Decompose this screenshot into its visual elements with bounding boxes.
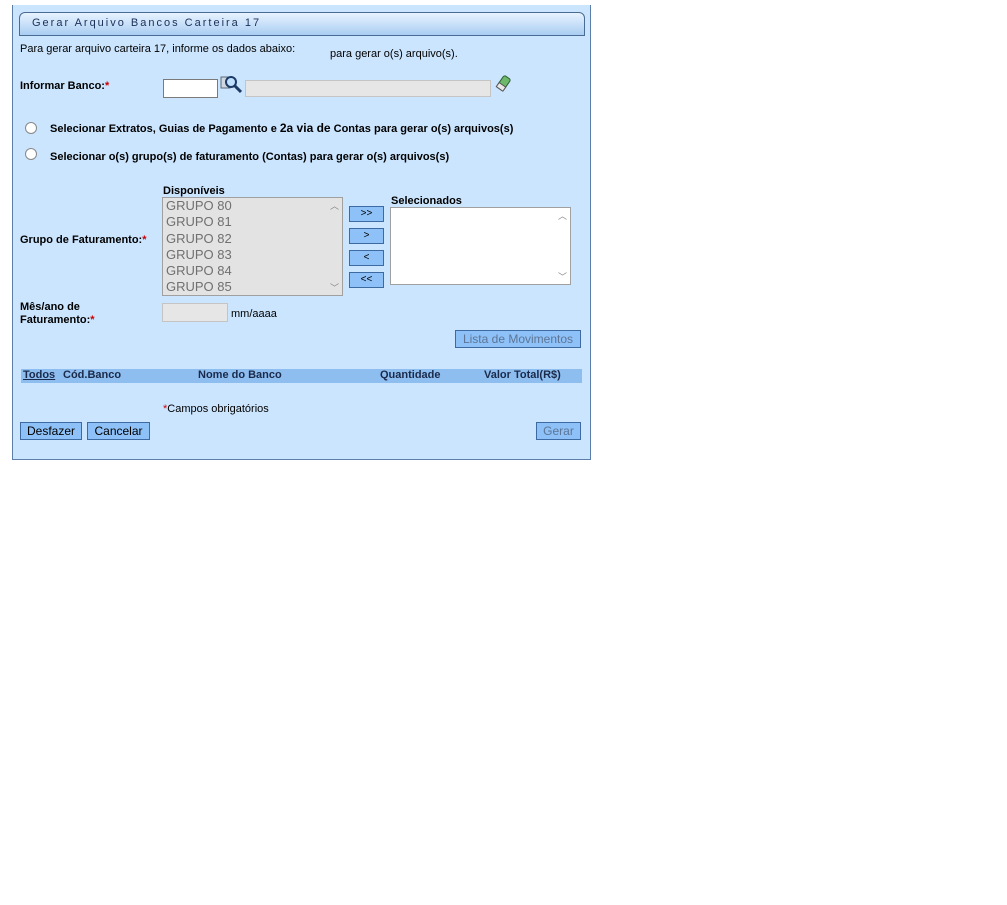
selected-title: Selecionados: [391, 195, 462, 207]
list-item[interactable]: GRUPO 81: [163, 214, 342, 230]
intro-suffix: para gerar o(s) arquivo(s).: [330, 48, 458, 60]
available-list-scrollbar[interactable]: ︿ ﹀: [328, 199, 341, 294]
selected-groups-list[interactable]: ︿ ﹀: [390, 207, 571, 285]
add-all-button[interactable]: >>: [349, 206, 384, 222]
list-item[interactable]: GRUPO 84: [163, 263, 342, 279]
column-header-nome-banco: Nome do Banco: [198, 369, 282, 381]
intro-text: Para gerar arquivo carteira 17, informe …: [20, 43, 296, 55]
eraser-icon[interactable]: [494, 74, 512, 94]
available-title: Disponíveis: [163, 185, 225, 197]
scroll-up-icon[interactable]: ︿: [330, 199, 339, 212]
option-grupos-label: Selecionar o(s) grupo(s) de faturamento …: [50, 151, 450, 163]
scroll-down-icon[interactable]: ﹀: [330, 281, 339, 294]
list-item[interactable]: GRUPO 85: [163, 279, 342, 295]
available-groups-list[interactable]: GRUPO 80 GRUPO 81 GRUPO 82 GRUPO 83 GRUP…: [162, 197, 343, 296]
column-header-quantidade: Quantidade: [380, 369, 441, 381]
mes-ano-hint: mm/aaaa: [231, 308, 277, 320]
column-header-valor-total: Valor Total(R$): [484, 369, 561, 381]
window-titlebar: Gerar Arquivo Bancos Carteira 17: [19, 12, 585, 36]
option-extratos-radio[interactable]: [25, 122, 37, 134]
lista-movimentos-button[interactable]: Lista de Movimentos: [455, 330, 581, 348]
scroll-up-icon[interactable]: ︿: [558, 209, 567, 222]
list-item[interactable]: GRUPO 80: [163, 198, 342, 214]
mes-ano-label: Mês/ano de Faturamento:*: [20, 301, 95, 326]
desfazer-button[interactable]: Desfazer: [20, 422, 82, 440]
column-header-cod-banco: Cód.Banco: [63, 369, 122, 381]
magnifier-icon[interactable]: [220, 74, 244, 94]
banco-code-input[interactable]: [163, 79, 218, 98]
option-grupos-radio[interactable]: [25, 148, 37, 160]
list-item[interactable]: GRUPO 82: [163, 231, 342, 247]
scroll-down-icon[interactable]: ﹀: [558, 270, 567, 283]
option-extratos-label: Selecionar Extratos, Guias de Pagamento …: [50, 121, 514, 135]
banco-name-field: [245, 80, 491, 97]
selected-list-scrollbar[interactable]: ︿ ﹀: [556, 209, 569, 283]
select-all-link[interactable]: Todos: [23, 369, 55, 381]
remove-button[interactable]: <: [349, 250, 384, 266]
grupo-label: Grupo de Faturamento:*: [20, 234, 147, 246]
list-item[interactable]: GRUPO 83: [163, 247, 342, 263]
mes-ano-input[interactable]: [162, 303, 228, 322]
remove-all-button[interactable]: <<: [349, 272, 384, 288]
required-fields-note: *Campos obrigatórios: [163, 403, 269, 415]
add-button[interactable]: >: [349, 228, 384, 244]
window-title: Gerar Arquivo Bancos Carteira 17: [32, 17, 262, 29]
gerar-button[interactable]: Gerar: [536, 422, 581, 440]
form-panel: Gerar Arquivo Bancos Carteira 17 Para ge…: [12, 5, 591, 460]
banco-label: Informar Banco:*: [20, 80, 110, 92]
cancelar-button[interactable]: Cancelar: [87, 422, 150, 440]
table-header: Todos Cód.Banco Nome do Banco Quantidade…: [21, 369, 582, 383]
